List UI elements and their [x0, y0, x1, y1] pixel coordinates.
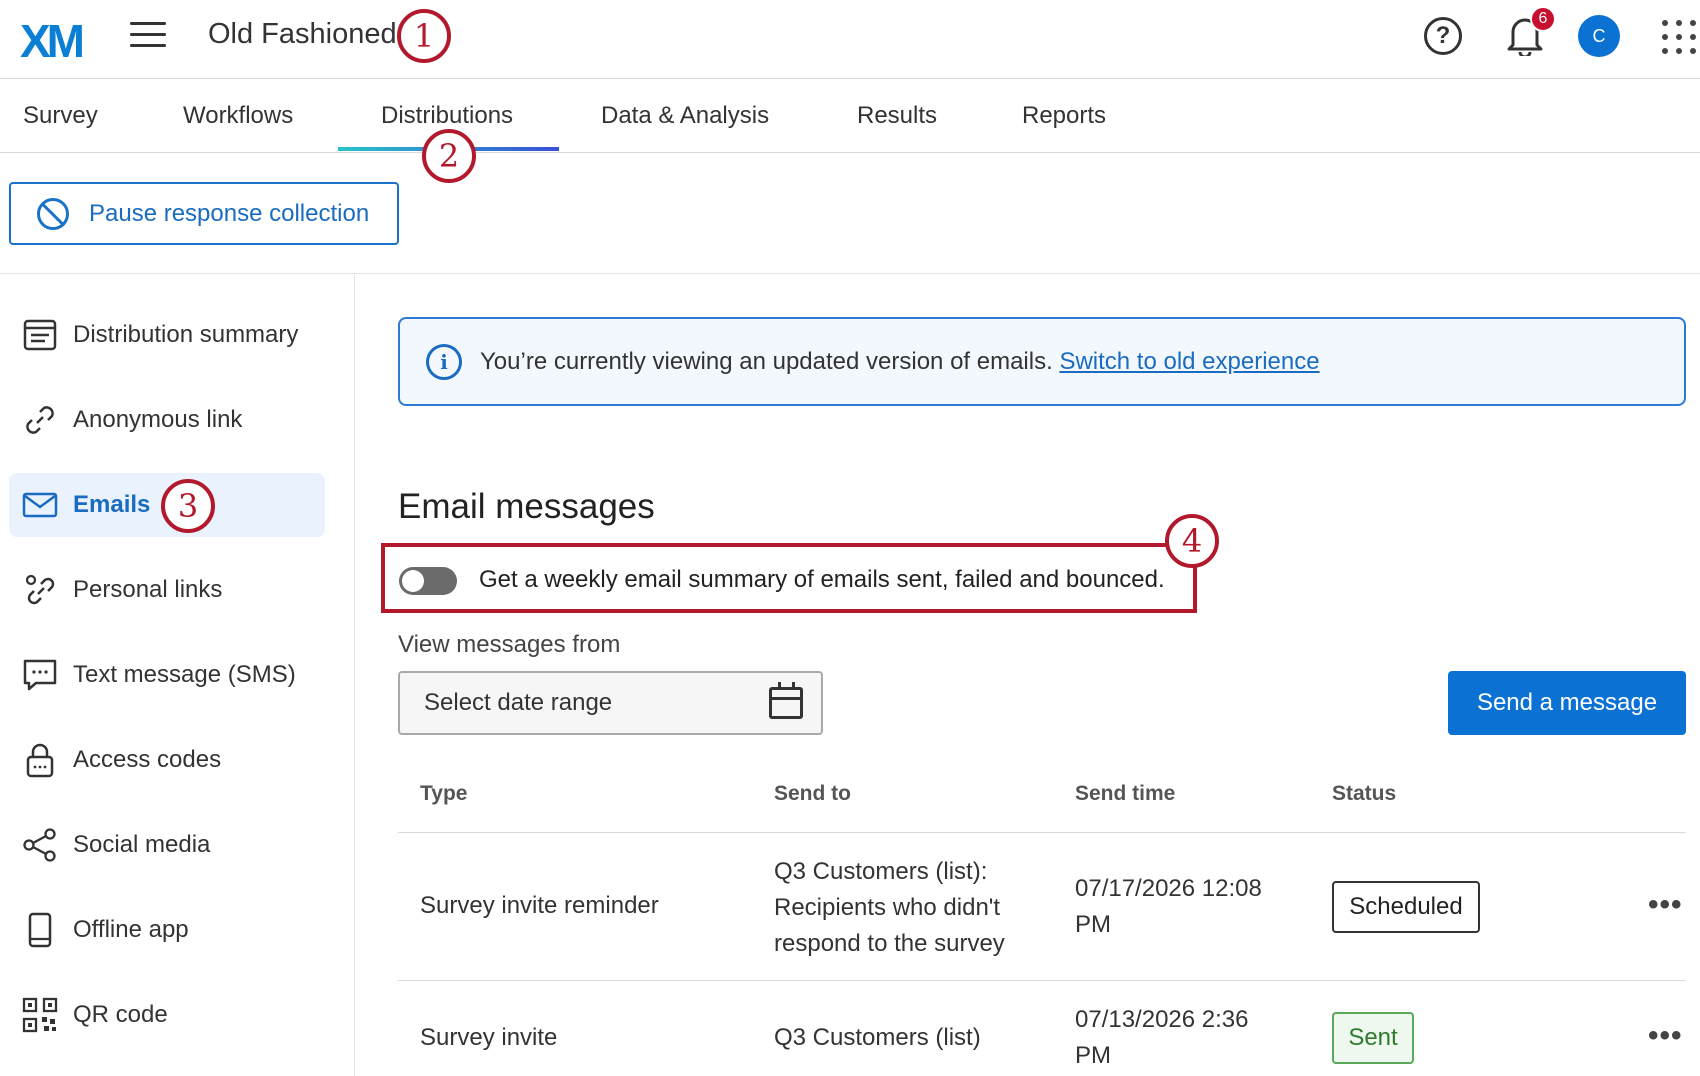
switch-old-experience-link[interactable]: Switch to old experience: [1059, 348, 1319, 375]
date-range-placeholder: Select date range: [424, 689, 613, 716]
survey-title: Old Fashioned: [208, 18, 397, 50]
sidebar-item-access-codes[interactable]: Access codes: [9, 728, 325, 792]
tab-workflows[interactable]: Workflows: [183, 102, 293, 130]
main-nav: Survey Workflows Distributions Data & An…: [0, 80, 1700, 153]
notification-badge: 6: [1530, 6, 1556, 32]
sidebar-item-label: QR code: [73, 1001, 168, 1028]
phone-icon: [22, 912, 58, 948]
callout-4: 4: [1165, 514, 1219, 568]
sidebar-item-personal-links[interactable]: Personal links: [9, 558, 325, 622]
status-badge: Scheduled: [1332, 881, 1480, 933]
more-options-icon[interactable]: •••: [1648, 888, 1683, 922]
cell-send-to: Q3 Customers (list): [774, 1024, 981, 1051]
sidebar-item-label: Offline app: [73, 916, 189, 943]
top-bar: XM Old Fashioned 1 ? 6 C: [0, 0, 1700, 79]
weekly-summary-highlight: Get a weekly email summary of emails sen…: [381, 543, 1197, 613]
tab-data-analysis[interactable]: Data & Analysis: [601, 102, 769, 130]
send-message-button[interactable]: Send a message: [1448, 671, 1686, 735]
info-banner: i You’re currently viewing an updated ve…: [398, 317, 1686, 406]
cell-type: Survey invite reminder: [420, 892, 659, 919]
info-text: You’re currently viewing an updated vers…: [480, 348, 1320, 376]
callout-1: 1: [397, 9, 451, 63]
sidebar-item-label: Text message (SMS): [73, 661, 296, 688]
sidebar-item-distribution-summary[interactable]: Distribution summary: [9, 303, 325, 367]
qr-icon: [22, 997, 58, 1033]
view-messages-label: View messages from: [398, 631, 621, 658]
list-icon: [22, 317, 58, 353]
menu-icon[interactable]: [130, 22, 166, 50]
section-title: Email messages: [398, 487, 655, 526]
calendar-icon: [769, 682, 803, 719]
tab-survey[interactable]: Survey: [23, 102, 98, 130]
column-header-send-to[interactable]: Send to: [774, 782, 851, 806]
tab-results[interactable]: Results: [857, 102, 937, 130]
cell-send-time: 07/13/2026 2:36 PM: [1075, 1006, 1249, 1069]
sidebar-item-label: Emails: [73, 491, 151, 518]
action-bar: Pause response collection: [0, 154, 1700, 274]
sidebar-item-label: Anonymous link: [73, 406, 243, 433]
sidebar-item-social-media[interactable]: Social media: [9, 813, 325, 877]
tab-distributions[interactable]: Distributions: [381, 102, 513, 130]
sidebar-item-label: Distribution summary: [73, 321, 299, 348]
tab-reports[interactable]: Reports: [1022, 102, 1106, 130]
cell-type: Survey invite: [420, 1024, 558, 1051]
envelope-icon: [22, 487, 58, 523]
app-grid-icon[interactable]: [1662, 20, 1696, 54]
pause-response-button[interactable]: Pause response collection: [9, 182, 399, 245]
help-icon[interactable]: ?: [1424, 17, 1462, 55]
column-header-type[interactable]: Type: [420, 782, 467, 806]
avatar[interactable]: C: [1578, 15, 1620, 57]
date-range-input[interactable]: Select date range: [398, 671, 823, 735]
status-badge: Sent: [1332, 1012, 1414, 1064]
pause-response-label: Pause response collection: [89, 199, 370, 227]
sidebar-item-anonymous-link[interactable]: Anonymous link: [9, 388, 325, 452]
more-options-icon[interactable]: •••: [1648, 1019, 1683, 1053]
header-divider: [398, 832, 1686, 833]
sidebar-item-offline-app[interactable]: Offline app: [9, 898, 325, 962]
ban-icon: [37, 197, 69, 230]
sidebar-item-label: Access codes: [73, 746, 222, 773]
sidebar-item-sms[interactable]: Text message (SMS): [9, 643, 325, 707]
row-divider: [398, 980, 1686, 981]
weekly-summary-toggle[interactable]: [399, 567, 457, 595]
share-icon: [22, 827, 58, 863]
column-header-send-time[interactable]: Send time: [1075, 782, 1175, 806]
column-header-status[interactable]: Status: [1332, 782, 1396, 806]
xm-logo[interactable]: XM: [20, 14, 85, 68]
info-message: You’re currently viewing an updated vers…: [480, 347, 1053, 375]
cell-send-time: 07/17/2026 12:08 PM: [1075, 875, 1262, 938]
personal-link-icon: [22, 572, 58, 608]
weekly-summary-label: Get a weekly email summary of emails sen…: [479, 566, 1165, 593]
lock-icon: [22, 742, 58, 778]
sidebar-item-label: Personal links: [73, 576, 223, 603]
sidebar-item-qr-code[interactable]: QR code: [9, 983, 325, 1047]
chat-icon: [22, 657, 58, 693]
sidebar-item-label: Social media: [73, 831, 211, 858]
info-icon: i: [426, 343, 462, 380]
cell-send-to: Q3 Customers (list): Recipients who didn…: [774, 858, 1005, 957]
callout-3: 3: [161, 479, 215, 533]
link-icon: [22, 402, 58, 438]
distribution-sidebar: Distribution summary Anonymous link Emai…: [0, 275, 355, 1076]
